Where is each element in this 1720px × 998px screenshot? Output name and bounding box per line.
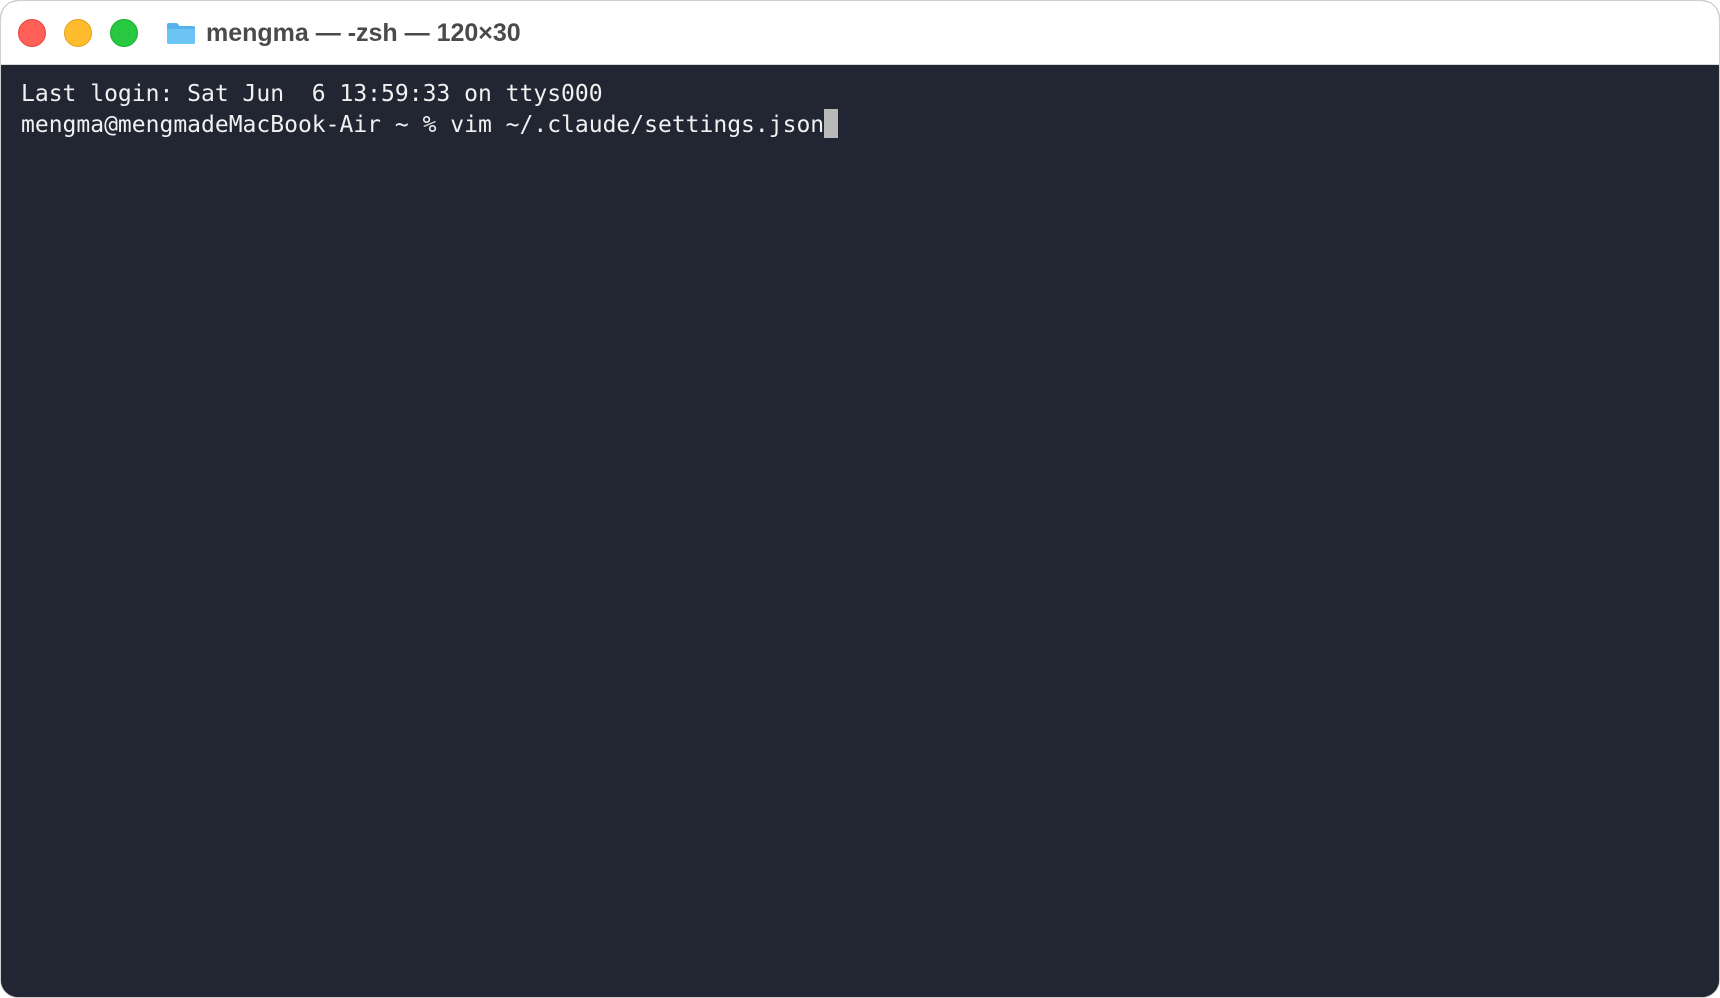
- text-cursor: [824, 109, 839, 138]
- folder-icon: [167, 23, 195, 44]
- minimize-button[interactable]: [64, 19, 92, 47]
- window-title: mengma — -zsh — 120×30: [206, 18, 521, 47]
- terminal-content[interactable]: Last login: Sat Jun 6 13:59:33 on ttys00…: [1, 65, 1719, 997]
- command-line[interactable]: mengma@mengmadeMacBook-Air ~ % vim ~/.cl…: [21, 109, 1699, 139]
- terminal-window: mengma — -zsh — 120×30 Last login: Sat J…: [0, 0, 1720, 998]
- last-login-line: Last login: Sat Jun 6 13:59:33 on ttys00…: [21, 81, 603, 107]
- typed-command[interactable]: vim ~/.claude/settings.json: [450, 112, 824, 138]
- shell-prompt: mengma@mengmadeMacBook-Air ~ %: [21, 112, 451, 138]
- window-title-group: mengma — -zsh — 120×30: [166, 15, 521, 51]
- close-button[interactable]: [18, 19, 46, 47]
- zoom-button[interactable]: [110, 19, 138, 47]
- title-bar[interactable]: mengma — -zsh — 120×30: [1, 1, 1719, 65]
